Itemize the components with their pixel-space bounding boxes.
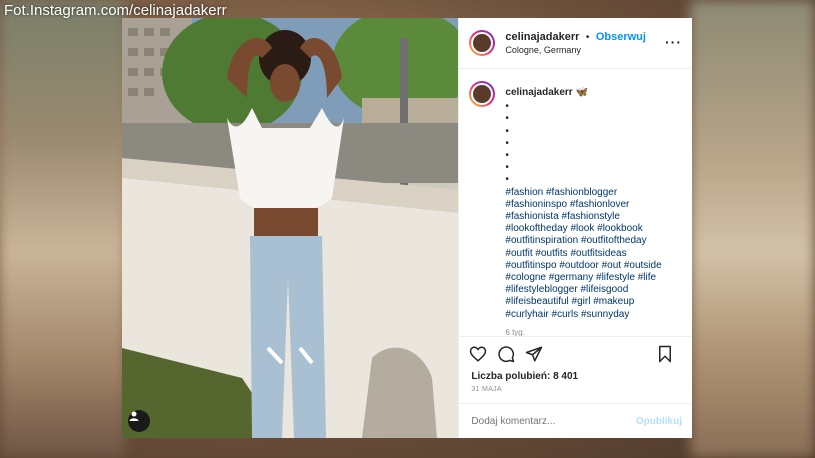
tagged-user-icon[interactable] <box>128 410 150 432</box>
blurred-background-right <box>690 0 815 458</box>
caption-time-ago: 6 tyg. <box>505 327 525 336</box>
hashtag-line[interactable]: #cologne #germany #lifestyle #life <box>505 272 661 284</box>
hashtag-line[interactable]: #outfitinspo #outdoor #out #outside <box>505 260 661 272</box>
hashtag-line[interactable]: #outfitinspiration #outfitoftheday <box>505 235 661 247</box>
avatar[interactable] <box>469 30 496 56</box>
post-photo[interactable] <box>122 18 459 438</box>
caption-avatar[interactable] <box>469 81 496 107</box>
post-side-panel: celinajadakerr • Obserwuj Cologne, Germa… <box>458 18 692 438</box>
follow-button[interactable]: Obserwuj <box>596 31 646 43</box>
likes-count[interactable]: Liczba polubień: 8 401 <box>459 371 692 382</box>
publish-button[interactable]: Opublikuj <box>636 416 682 427</box>
heart-icon[interactable] <box>469 345 487 363</box>
hashtag-line[interactable]: #outfit #outfits #outfitsideas <box>505 248 661 260</box>
header-separator: • <box>585 32 590 43</box>
post-photo-illustration <box>122 18 459 438</box>
more-horizontal-icon[interactable]: ··· <box>665 35 682 49</box>
share-icon[interactable] <box>525 345 543 363</box>
caption-bullet: • <box>505 149 509 161</box>
hashtag-line[interactable]: #fashionista #fashionstyle <box>505 211 661 223</box>
comment-bar: Opublikuj <box>459 403 692 438</box>
hashtag-line[interactable]: #lifeisbeautiful #girl #makeup <box>505 296 661 308</box>
caption-bullet: • <box>505 125 509 137</box>
hashtag-line[interactable]: #fashioninspo #fashionlover <box>505 199 661 211</box>
photo-credit-watermark: Fot.Instagram.com/celinajadakerr <box>4 2 227 19</box>
caption-bullet: • <box>505 113 509 125</box>
caption-bullet: • <box>505 101 509 113</box>
hashtag-line[interactable]: #curlyhair #curls #sunnyday <box>505 309 661 321</box>
butterfly-emoji: 🦋 <box>575 87 588 98</box>
hashtag-line[interactable]: #lifestyleblogger #lifeisgood <box>505 284 661 296</box>
caption-bullet: • <box>505 162 509 174</box>
caption-bullet: • <box>505 137 509 149</box>
caption-section: celinajadakerr 🦋 • • • • • • • #fashion … <box>459 69 692 336</box>
post-header: celinajadakerr • Obserwuj Cologne, Germa… <box>459 18 692 69</box>
header-username[interactable]: celinajadakerr <box>505 31 579 43</box>
caption-username[interactable]: celinajadakerr <box>505 87 572 98</box>
location-link[interactable]: Cologne, Germany <box>505 44 646 57</box>
hashtag-line[interactable]: #fashion #fashionblogger <box>505 187 661 199</box>
hashtag-line[interactable]: #lookoftheday #look #lookbook <box>505 223 661 235</box>
action-bar <box>459 336 692 371</box>
instagram-post-card: celinajadakerr • Obserwuj Cologne, Germa… <box>122 18 692 438</box>
comment-input[interactable] <box>469 414 636 428</box>
caption-bullet: • <box>505 174 509 186</box>
post-date: 31 MAJA <box>471 386 502 393</box>
blurred-background-left <box>0 0 125 458</box>
bookmark-icon[interactable] <box>656 345 674 363</box>
comment-icon[interactable] <box>497 345 515 363</box>
